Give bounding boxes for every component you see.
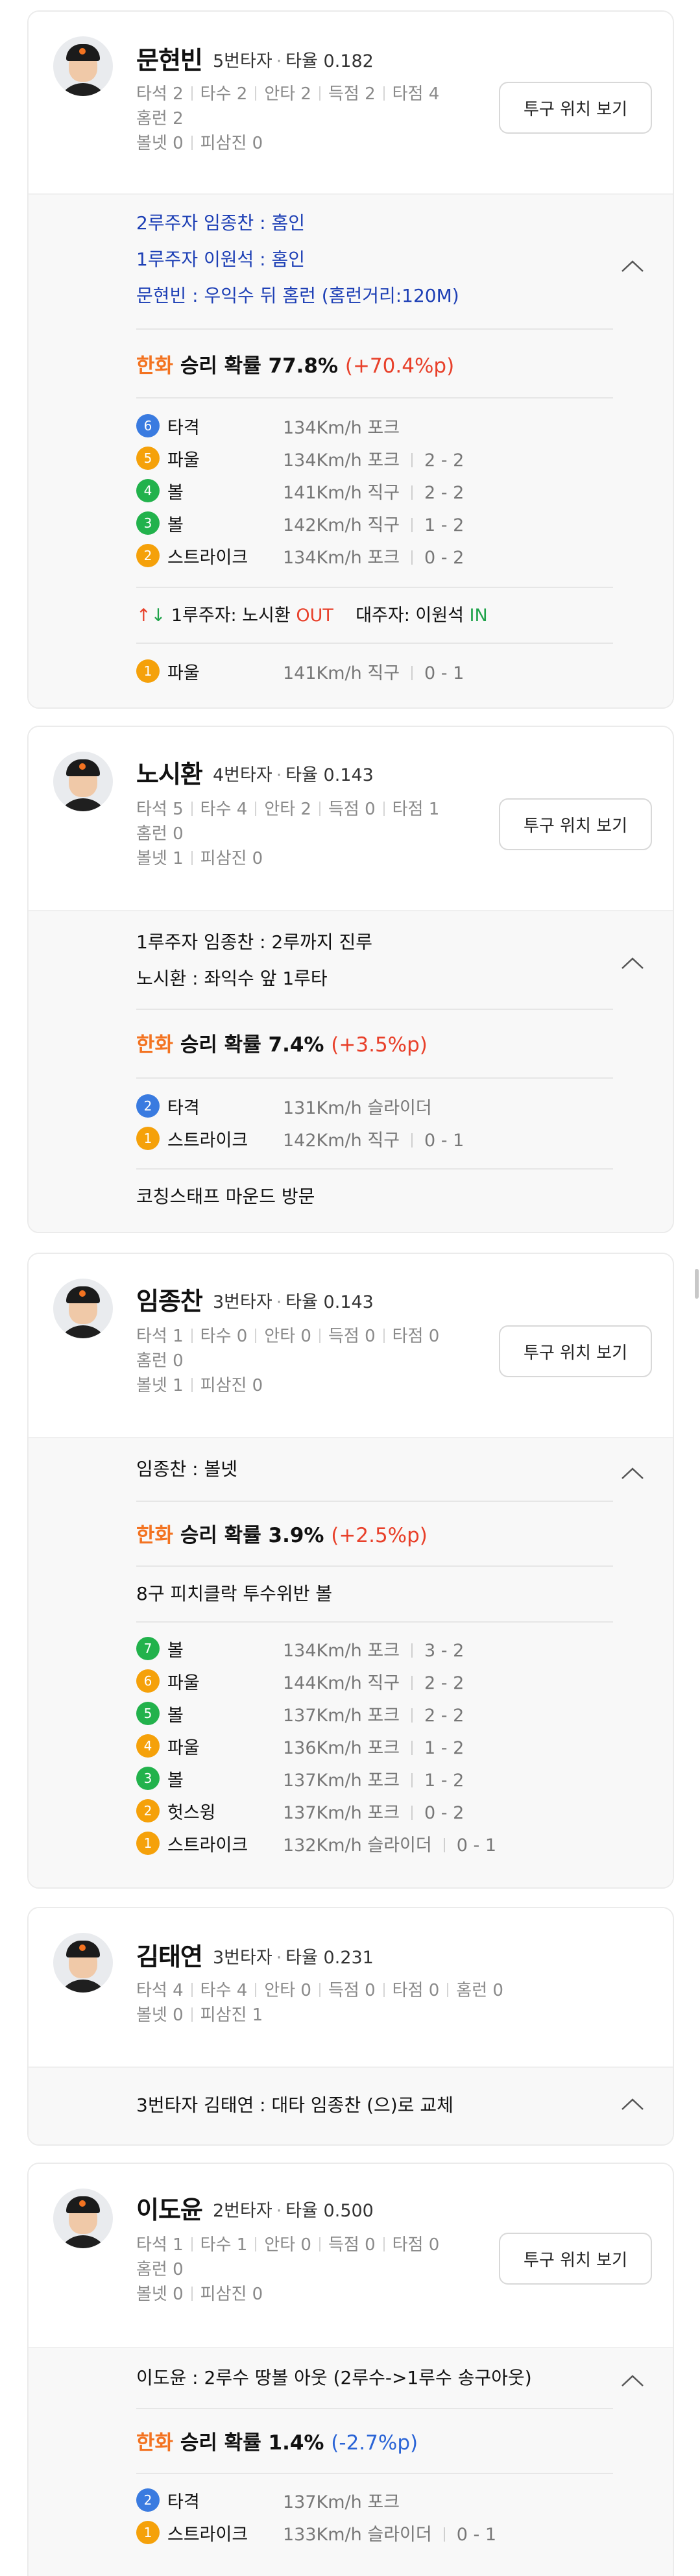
win-probability: 한화 승리 확률 1.4% (-2.7%p) [136, 2431, 418, 2455]
view-pitch-location-button[interactable]: 투구 위치 보기 [499, 798, 652, 850]
pitch-row: 6 파울 144Km/h 직구 2 - 2 [136, 1667, 634, 1695]
batter-header: 임종찬 3번타자 · 타율 0.143 타석 1 타수 0 안타 0 득점 0 타점 0 홈런… [29, 1254, 673, 1437]
runner-substitution: ↑↓ 1루주자: 노시환 OUT 대주자: 이원석 IN [136, 606, 488, 626]
view-pitch-location-button[interactable]: 투구 위치 보기 [499, 2233, 652, 2285]
player-avatar [53, 36, 113, 96]
batter-card-lee: 이도윤 2번타자 · 타율 0.500 타석 1 타수 1 안타 0 득점 0 타점 0 홈런… [27, 2163, 674, 2576]
pitch-row: 2 타격 131Km/h 슬라이더 [136, 1092, 634, 1120]
pitch-row: 5 파울 134Km/h 포크 2 - 2 [136, 444, 634, 472]
batter-header: 문현빈 5번타자 · 타율 0.182 타석 2 타수 2 안타 2 득점 2 타점 4 홈런… [29, 12, 673, 193]
player-name: 임종찬 [136, 1287, 203, 1316]
player-name: 이도윤 [136, 2196, 203, 2224]
event-note: 코칭스태프 마운드 방문 [136, 1186, 315, 1207]
batter-card-moon: 문현빈 5번타자 · 타율 0.182 타석 2 타수 2 안타 2 득점 2 타점 4 홈런… [27, 10, 674, 709]
pitch-row: 5 볼 137Km/h 포크 2 - 2 [136, 1699, 634, 1728]
pitch-row: 1 스트라이크 132Km/h 슬라이더 0 - 1 [136, 1829, 634, 1858]
batter-stats: 타석 1 타수 0 안타 0 득점 0 타점 0 홈런 0 볼넷 1 피삼진 0 [136, 1327, 440, 1395]
player-name: 노시환 [136, 760, 203, 789]
pitch-row: 1 파울 141Km/h 직구 0 - 1 [136, 657, 634, 685]
batting-order-and-average: 5번타자 · 타율 0.182 [213, 51, 374, 71]
batter-header: 노시환 4번타자 · 타율 0.143 타석 5 타수 4 안타 2 득점 0 타점 1 홈런… [29, 727, 673, 910]
play-line: 이도윤 : 2루수 땅볼 아웃 (2루수->1루수 송구아웃) [136, 2367, 532, 2388]
player-avatar [53, 1279, 113, 1338]
view-pitch-location-button[interactable]: 투구 위치 보기 [499, 82, 652, 134]
batter-stats: 타석 4 타수 4 안타 0 득점 0 타점 0 홈런 0 볼넷 0 피삼진 1 [136, 1981, 503, 2025]
play-line: 2루주자 임종찬 : 홈인 [136, 212, 306, 234]
batting-order-and-average: 4번타자 · 타율 0.143 [213, 765, 374, 785]
player-avatar [53, 1933, 113, 1993]
win-probability: 한화 승리 확률 3.9% (+2.5%p) [136, 1524, 428, 1547]
collapse-chevron-icon[interactable] [620, 258, 646, 274]
player-avatar [53, 752, 113, 811]
pitch-row: 3 볼 142Km/h 직구 1 - 2 [136, 509, 634, 537]
view-pitch-location-button[interactable]: 투구 위치 보기 [499, 1325, 652, 1377]
collapse-chevron-icon[interactable] [620, 2373, 646, 2388]
collapse-chevron-icon[interactable] [620, 1466, 646, 1481]
pitch-row: 3 볼 137Km/h 포크 1 - 2 [136, 1764, 634, 1793]
player-name: 문현빈 [136, 46, 203, 75]
play-line: 임종찬 : 볼넷 [136, 1458, 238, 1480]
win-probability: 한화 승리 확률 7.4% (+3.5%p) [136, 1033, 428, 1057]
batting-order-and-average: 3번타자 · 타율 0.143 [213, 1292, 374, 1312]
pitch-row: 4 볼 141Km/h 직구 2 - 2 [136, 476, 634, 505]
pitch-row: 2 타격 137Km/h 포크 [136, 2486, 634, 2514]
pitch-row: 6 타격 134Km/h 포크 [136, 411, 634, 440]
pitch-row: 1 스트라이크 133Km/h 슬라이더 0 - 1 [136, 2518, 634, 2547]
play-detail: 1루주자 임종찬 : 2루까지 진루 노시환 : 좌익수 앞 1루타 한화 승리… [29, 910, 673, 1232]
pitch-row: 1 스트라이크 142Km/h 직구 0 - 1 [136, 1124, 634, 1153]
pitch-row: 7 볼 134Km/h 포크 3 - 2 [136, 1634, 634, 1663]
pitch-row: 4 파울 136Km/h 포크 1 - 2 [136, 1732, 634, 1760]
play-line: 노시환 : 좌익수 앞 1루타 [136, 968, 328, 989]
batter-card-noh: 노시환 4번타자 · 타율 0.143 타석 5 타수 4 안타 2 득점 0 타점 1 홈런… [27, 726, 674, 1233]
play-detail: 3번타자 김태연 : 대타 임종찬 (으)로 교체 [29, 2067, 673, 2144]
play-line: 문현빈 : 우익수 뒤 홈런 (홈런거리:120M) [136, 285, 459, 306]
batter-header: 김태연 3번타자 · 타율 0.231 타석 4 타수 4 안타 0 득점 0 타점 0 홈런… [29, 1908, 673, 2067]
batter-stats: 타석 5 타수 4 안타 2 득점 0 타점 1 홈런 0 볼넷 1 피삼진 0 [136, 800, 440, 868]
page-scrollbar[interactable] [695, 1269, 699, 1299]
batter-card-lim: 임종찬 3번타자 · 타율 0.143 타석 1 타수 0 안타 0 득점 0 타점 0 홈런… [27, 1253, 674, 1889]
collapse-chevron-icon[interactable] [620, 2096, 646, 2112]
play-line: 3번타자 김태연 : 대타 임종찬 (으)로 교체 [136, 2094, 453, 2116]
win-probability: 한화 승리 확률 77.8% (+70.4%p) [136, 354, 455, 378]
pitch-row: 2 헛스윙 137Km/h 포크 0 - 2 [136, 1797, 634, 1825]
play-detail: 2루주자 임종찬 : 홈인 1루주자 이원석 : 홈인 문현빈 : 우익수 뒤 … [29, 193, 673, 707]
play-detail: 임종찬 : 볼넷 한화 승리 확률 3.9% (+2.5%p) 8구 피치클락 … [29, 1437, 673, 1887]
batting-order-and-average: 3번타자 · 타율 0.231 [213, 1948, 374, 1968]
batting-order-and-average: 2번타자 · 타율 0.500 [213, 2201, 374, 2221]
event-note: 8구 피치클락 투수위반 볼 [136, 1583, 333, 1604]
player-name: 김태연 [136, 1943, 203, 1971]
collapse-chevron-icon[interactable] [620, 955, 646, 971]
play-line: 1루주자 임종찬 : 2루까지 진루 [136, 931, 373, 953]
batter-stats: 타석 1 타수 1 안타 0 득점 0 타점 0 홈런 0 볼넷 0 피삼진 0 [136, 2235, 440, 2304]
batter-card-kim: 김태연 3번타자 · 타율 0.231 타석 4 타수 4 안타 0 득점 0 타점 0 홈런… [27, 1907, 674, 2146]
player-avatar [53, 2189, 113, 2248]
pitch-row: 2 스트라이크 134Km/h 포크 0 - 2 [136, 541, 634, 570]
play-detail: 이도윤 : 2루수 땅볼 아웃 (2루수->1루수 송구아웃) 한화 승리 확률… [29, 2347, 673, 2576]
batter-stats: 타석 2 타수 2 안타 2 득점 2 타점 4 홈런 2 볼넷 0 피삼진 0 [136, 84, 440, 153]
play-line: 1루주자 이원석 : 홈인 [136, 249, 306, 270]
batter-header: 이도윤 2번타자 · 타율 0.500 타석 1 타수 1 안타 0 득점 0 타점 0 홈런… [29, 2164, 673, 2347]
